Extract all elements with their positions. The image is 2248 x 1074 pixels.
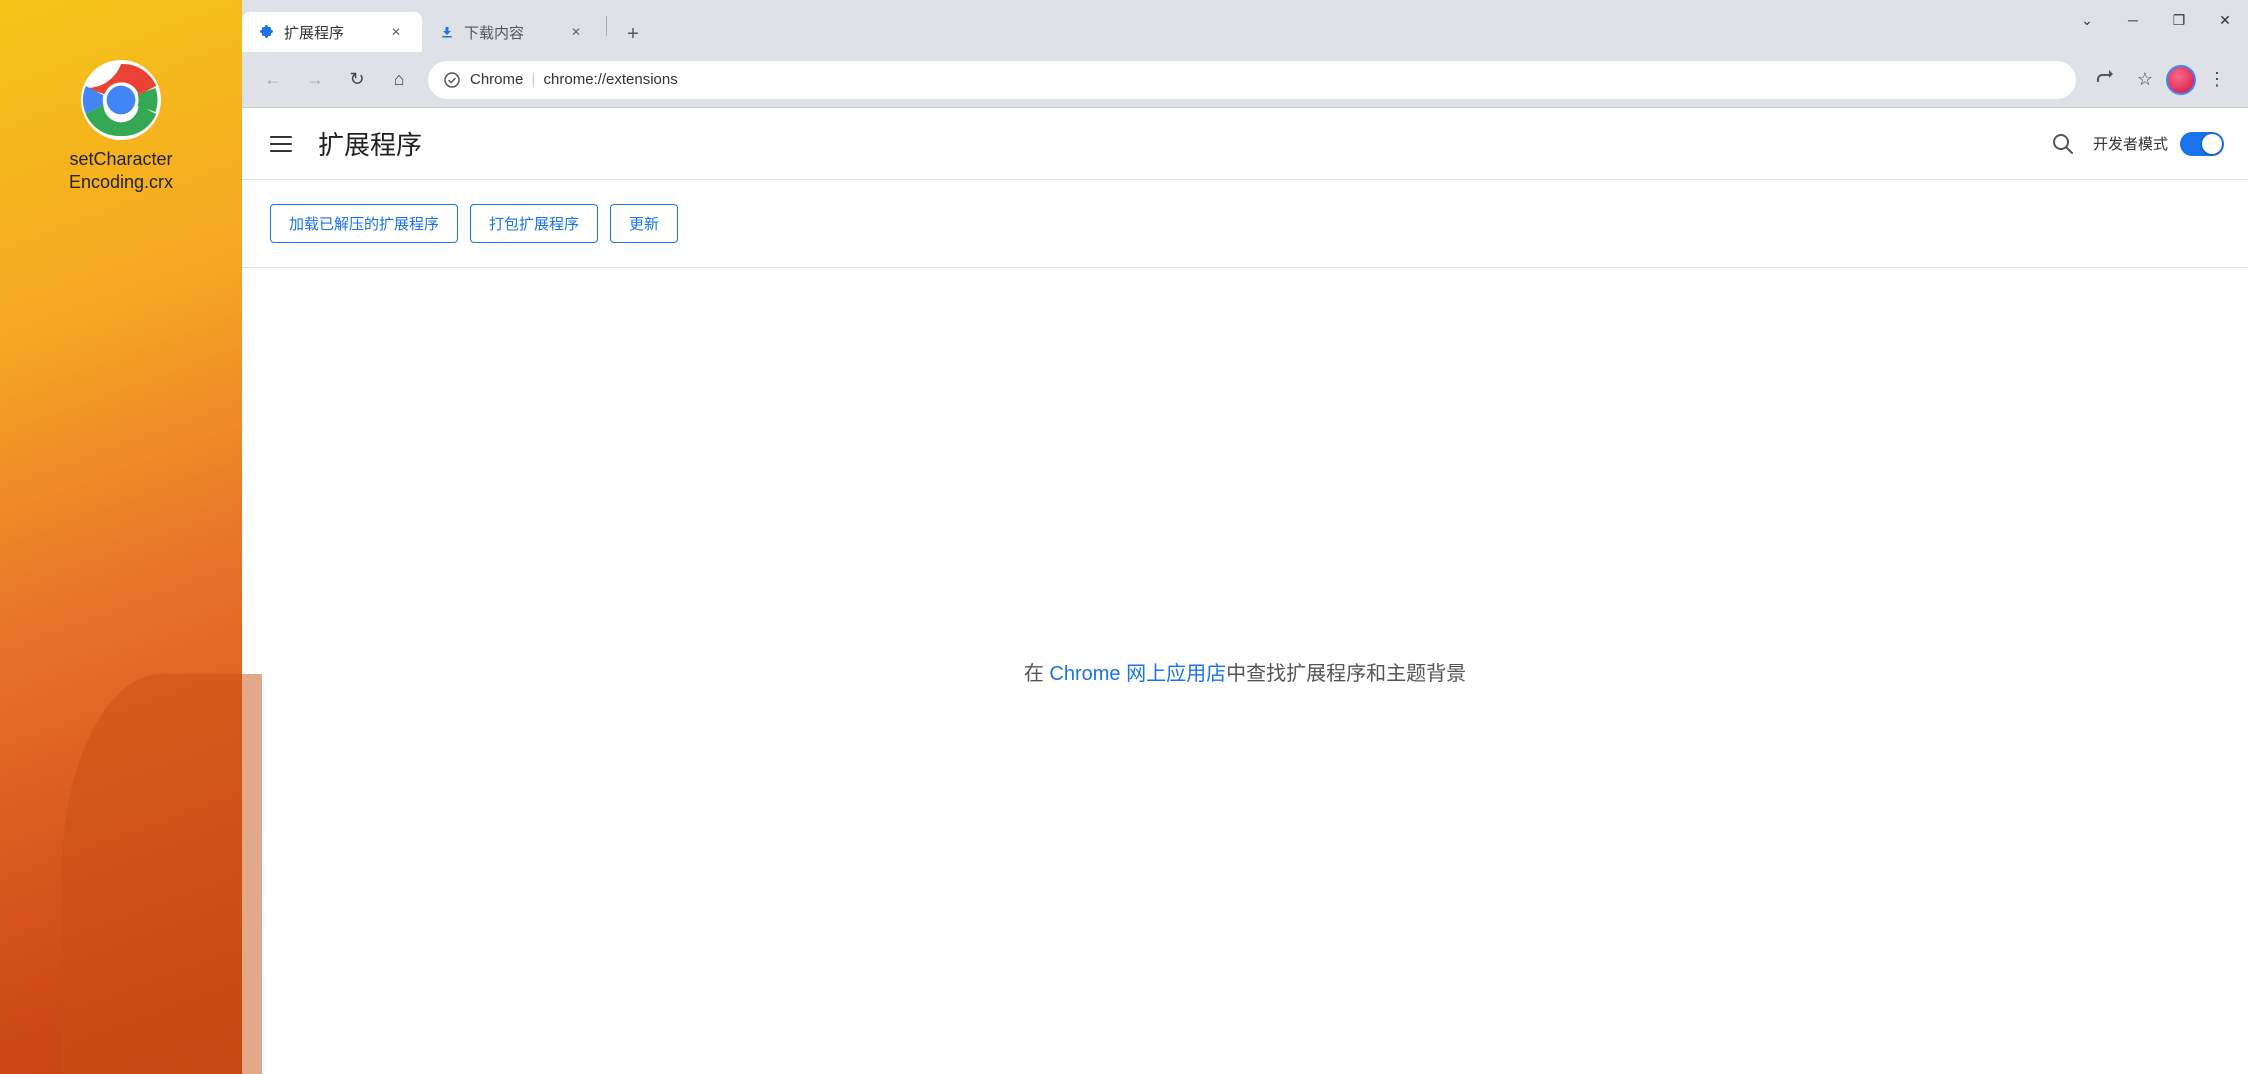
tab-downloads[interactable]: 下载内容 ✕ [422,12,602,52]
reload-button[interactable]: ↻ [338,61,376,99]
bookmark-button[interactable]: ☆ [2126,61,2164,99]
dev-mode-label: 开发者模式 [2093,133,2168,154]
hamburger-line-3 [270,150,292,152]
tab-extensions-close[interactable]: ✕ [386,22,406,42]
tab-downloads-close[interactable]: ✕ [566,22,586,42]
desktop-icon-label: setCharacterEncoding.crx [69,148,173,195]
home-button[interactable]: ⌂ [380,61,418,99]
pack-extension-button[interactable]: 打包扩展程序 [470,204,598,243]
new-tab-icon: + [627,23,639,46]
tabs-bar: 扩展程序 ✕ 下载内容 ✕ + [242,0,651,52]
page-content: 扩展程序 开发者模式 加载已解压的扩展程序 打包扩展程序 更新 [242,108,2248,1074]
share-button[interactable] [2086,61,2124,99]
empty-text-after: 中查找扩展程序和主题背景 [1226,663,1466,685]
toolbar-right: ☆ ⋮ [2086,61,2236,99]
address-bar-url: chrome://extensions [544,71,2062,88]
toggle-knob [2202,134,2222,154]
profile-avatar[interactable] [2166,65,2196,95]
empty-text-before: 在 [1024,663,1050,685]
tab-extensions-label: 扩展程序 [284,22,344,43]
update-button[interactable]: 更新 [610,204,678,243]
forward-button[interactable]: → [296,61,334,99]
more-icon: ⋮ [2208,69,2226,90]
tab-extensions[interactable]: 扩展程序 ✕ [242,12,422,52]
share-icon [2096,68,2114,91]
load-unpacked-button[interactable]: 加载已解压的扩展程序 [270,204,458,243]
tab-downloads-label: 下载内容 [464,22,524,43]
minimize-arrow-button[interactable]: ⌄ [2064,0,2110,40]
page-actions: 加载已解压的扩展程序 打包扩展程序 更新 [242,180,2248,268]
minimize-button[interactable]: ─ [2110,0,2156,40]
tab-divider [606,16,607,36]
header-right: 开发者模式 [2045,126,2224,162]
search-button[interactable] [2045,126,2081,162]
hamburger-button[interactable] [266,126,302,162]
address-bar-site: Chrome [470,71,523,88]
hamburger-line-2 [270,143,292,145]
page-header: 扩展程序 开发者模式 [242,108,2248,180]
browser-window: 扩展程序 ✕ 下载内容 ✕ + ⌄ ─ [242,0,2248,1074]
chrome-logo-icon [81,60,161,140]
chrome-store-link[interactable]: Chrome 网上应用店 [1049,663,1226,685]
address-bar[interactable]: Chrome | chrome://extensions [428,61,2076,99]
empty-message: 在 Chrome 网上应用店中查找扩展程序和主题背景 [1024,657,1466,686]
restore-button[interactable]: ❐ [2156,0,2202,40]
new-tab-button[interactable]: + [615,16,651,52]
title-bar: 扩展程序 ✕ 下载内容 ✕ + ⌄ ─ [242,0,2248,52]
bookmark-icon: ☆ [2137,69,2153,90]
dev-mode-toggle[interactable] [2180,132,2224,156]
desktop-sidebar: setCharacterEncoding.crx [0,0,242,1074]
back-icon: ← [264,69,282,90]
download-icon [438,23,456,41]
forward-icon: → [306,69,324,90]
window-controls: ⌄ ─ ❐ ✕ [2064,0,2248,40]
close-button[interactable]: ✕ [2202,0,2248,40]
hamburger-line-1 [270,136,292,138]
toolbar: ← → ↻ ⌂ Chrome | chrome://extensions [242,52,2248,108]
address-bar-separator: | [531,71,535,89]
puzzle-icon [258,23,276,41]
page-empty-state: 在 Chrome 网上应用店中查找扩展程序和主题背景 [242,268,2248,1074]
desktop-icon[interactable]: setCharacterEncoding.crx [69,60,173,195]
reload-icon: ↻ [349,69,364,90]
security-icon [442,70,462,90]
home-icon: ⌂ [394,69,405,90]
back-button[interactable]: ← [254,61,292,99]
more-button[interactable]: ⋮ [2198,61,2236,99]
page-title: 扩展程序 [318,125,2029,162]
